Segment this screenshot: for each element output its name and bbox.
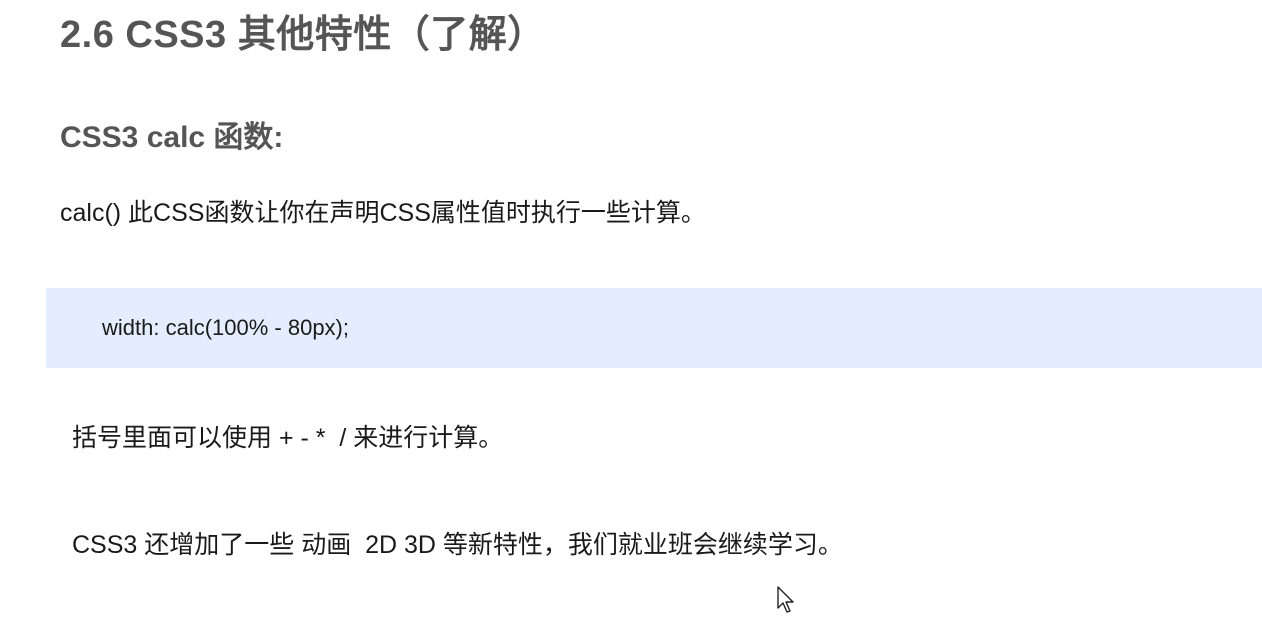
- section-title: 2.6 CSS3 其他特性（了解）: [60, 14, 546, 56]
- document-page: 2.6 CSS3 其他特性（了解） CSS3 calc 函数: calc() 此…: [0, 0, 1262, 634]
- code-block: width: calc(100% - 80px);: [46, 288, 1262, 368]
- code-example: width: calc(100% - 80px);: [102, 315, 349, 340]
- more-features-note: CSS3 还增加了一些 动画 2D 3D 等新特性，我们就业班会继续学习。: [72, 531, 843, 559]
- calc-description: calc() 此CSS函数让你在声明CSS属性值时执行一些计算。: [60, 199, 706, 227]
- calc-heading: CSS3 calc 函数:: [60, 121, 284, 154]
- mouse-pointer-icon: [777, 586, 794, 613]
- operators-note: 括号里面可以使用 + - * / 来进行计算。: [72, 424, 504, 452]
